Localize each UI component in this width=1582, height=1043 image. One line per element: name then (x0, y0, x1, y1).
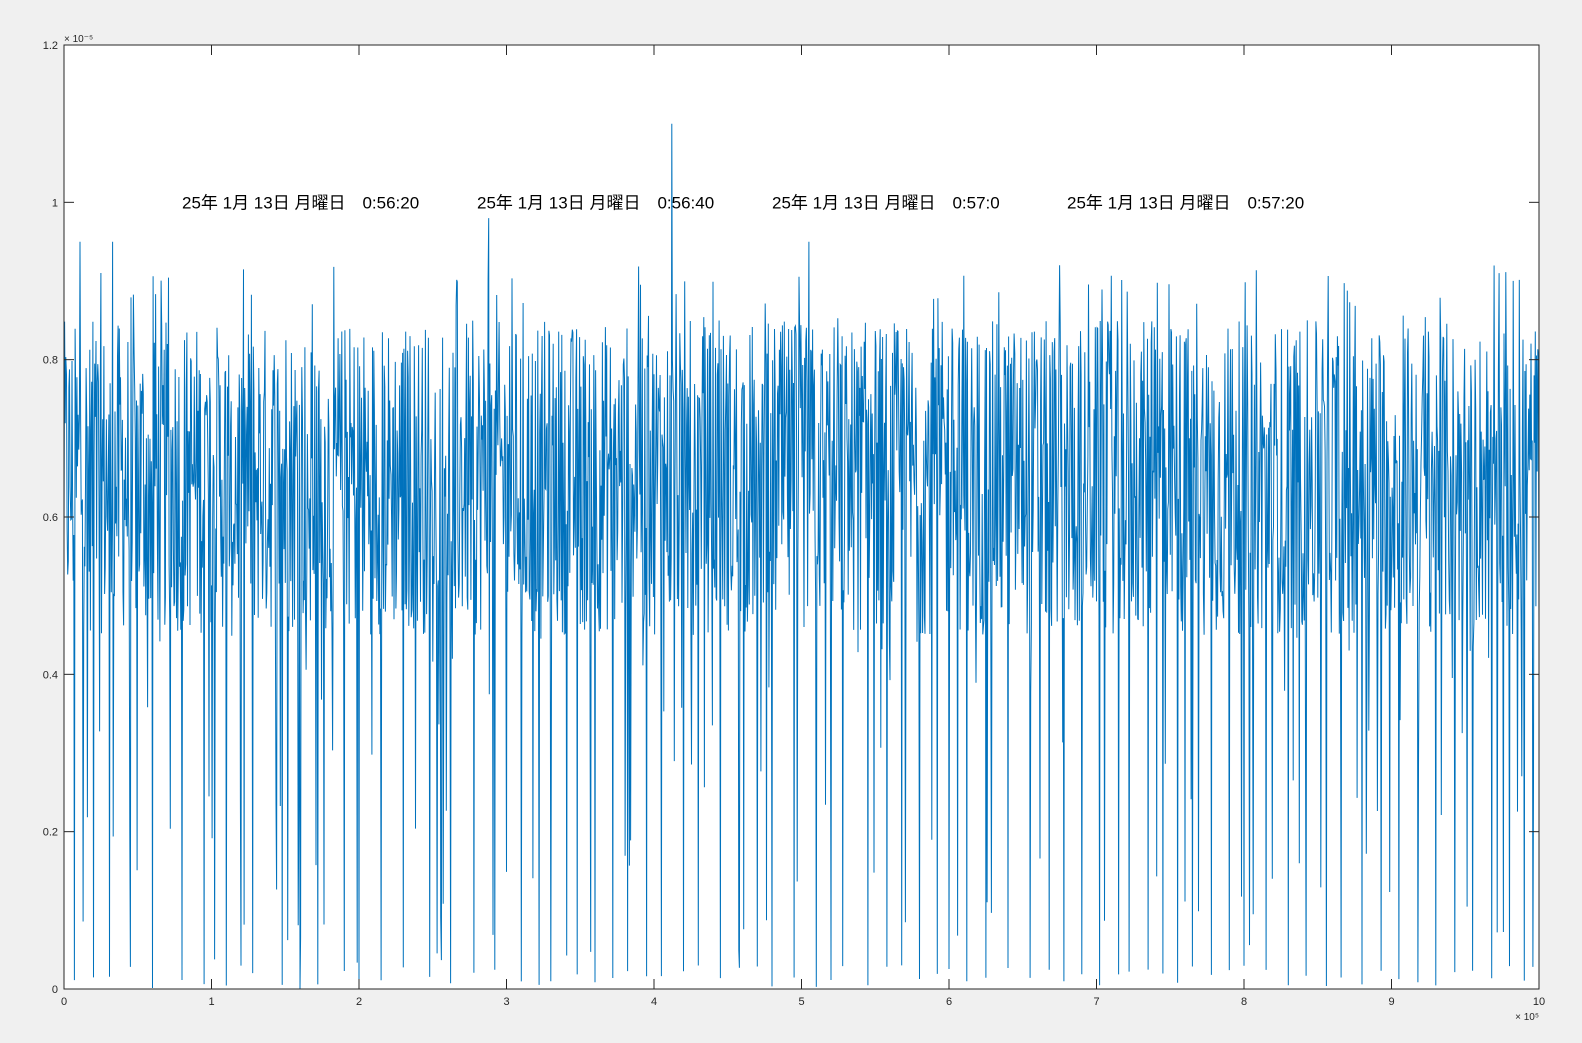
x-tick-label: 2 (356, 996, 362, 1008)
y-tick-label: 0 (52, 984, 58, 996)
timestamp-annotation: 25年 1月 13日 月曜日 0:57:20 (1067, 193, 1304, 212)
x-tick-label: 6 (946, 996, 952, 1008)
timestamp-annotation: 25年 1月 13日 月曜日 0:57:0 (772, 193, 1000, 212)
timestamp-annotation: 25年 1月 13日 月曜日 0:56:20 (182, 193, 419, 212)
y-tick-label: 0.8 (43, 355, 58, 367)
y-tick-label: 1 (52, 197, 58, 209)
x-exponent-label: × 10⁵ (1515, 1012, 1539, 1023)
y-tick-label: 0.4 (43, 669, 58, 681)
y-tick-label: 0.6 (43, 512, 58, 524)
x-tick-label: 0 (61, 996, 67, 1008)
x-tick-label: 8 (1241, 996, 1247, 1008)
timestamp-annotation: 25年 1月 13日 月曜日 0:56:40 (477, 193, 714, 212)
x-tick-label: 4 (651, 996, 657, 1008)
y-tick-label: 0.2 (43, 827, 58, 839)
line-chart: 0 1 2 3 4 5 6 7 8 9 10 0 0.2 0.4 0.6 0.8 1 1.2 25年 1月 13日… (0, 0, 1582, 1043)
y-tick-label: 1.2 (43, 40, 58, 52)
x-tick-label: 1 (208, 996, 214, 1008)
y-exponent-label: × 10⁻⁵ (64, 34, 93, 45)
x-tick-label: 7 (1093, 996, 1099, 1008)
x-tick-label: 5 (798, 996, 804, 1008)
x-tick-label: 9 (1388, 996, 1394, 1008)
x-tick-label: 10 (1533, 996, 1545, 1008)
x-tick-label: 3 (503, 996, 509, 1008)
